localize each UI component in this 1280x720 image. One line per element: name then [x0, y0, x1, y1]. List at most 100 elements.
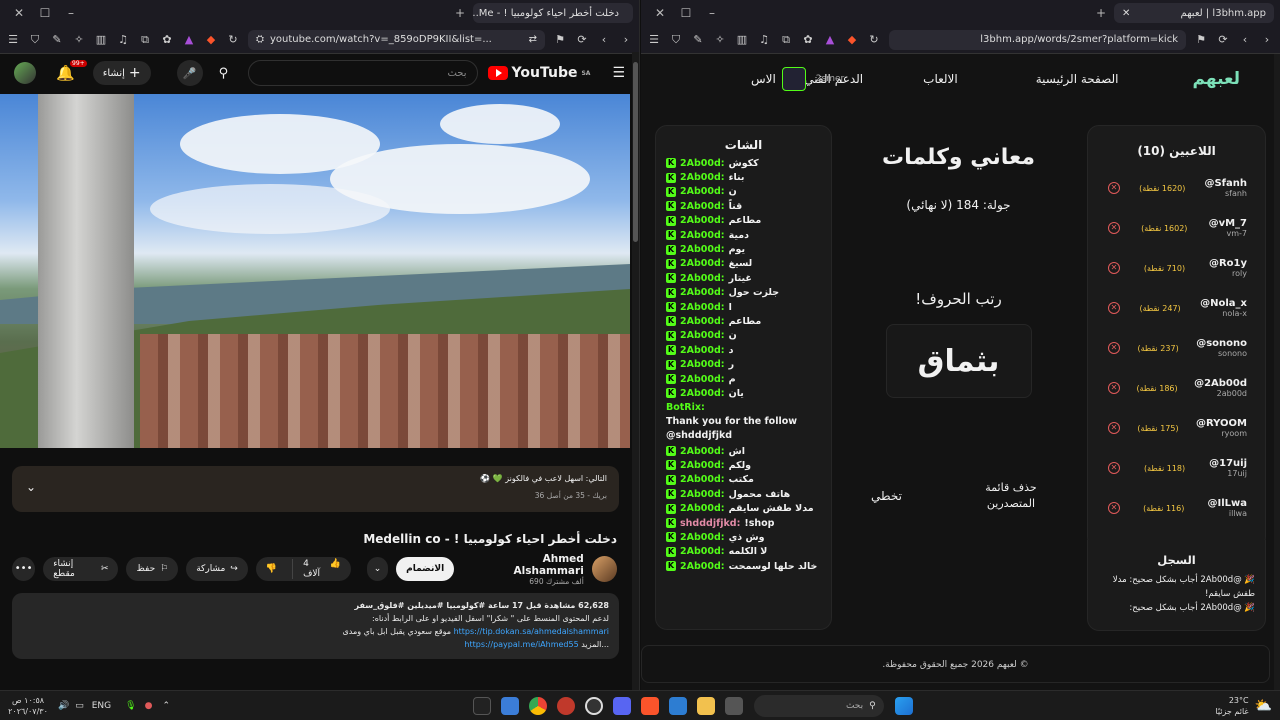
browser-tab-youtube[interactable]: دخلت أخطر احياء كولومبيا ! - Me... ✕ [473, 3, 633, 23]
remove-player-icon[interactable]: ✕ [1108, 462, 1120, 474]
menu-icon[interactable]: ☰ [6, 33, 20, 47]
join-button[interactable]: الانضمام [396, 557, 455, 581]
remove-player-icon[interactable]: ✕ [1108, 502, 1120, 514]
taskbar-search[interactable]: بحث ⚲ [753, 694, 884, 717]
video-player[interactable] [0, 94, 630, 448]
brave-rewards-icon[interactable]: ▲ [182, 33, 196, 47]
skip-button[interactable]: تخطي [871, 489, 902, 503]
browser-tab-l3bhm[interactable]: ✕ لعبهم | l3bhm.app [1114, 3, 1274, 23]
youtube-logo[interactable]: YouTube SA [487, 65, 590, 81]
create-button[interactable]: إنشاء + [92, 61, 151, 85]
description-link-1[interactable]: https://tip.dokan.sa/ahmedalshammari [454, 627, 609, 636]
forward-icon[interactable]: › [619, 33, 633, 47]
brave-icon[interactable] [640, 696, 659, 715]
search-input[interactable]: بحث [248, 60, 478, 86]
reload-site-icon[interactable]: ↻ [226, 33, 240, 47]
brave-shield-icon[interactable]: ◆ [204, 33, 218, 47]
notification-chevron-button[interactable]: ⌄ [366, 557, 389, 581]
store-icon[interactable] [668, 696, 687, 715]
pen-icon[interactable]: ✎ [691, 33, 705, 47]
nav-more[interactable]: الاس [751, 72, 776, 86]
epic-games-icon[interactable] [472, 696, 491, 715]
brave-shield-icon[interactable]: ◆ [845, 33, 859, 47]
obs-icon[interactable] [584, 696, 603, 715]
notifications-bell-icon[interactable]: 🔔 99+ [56, 60, 87, 82]
app-scrollbar[interactable] [1274, 54, 1280, 690]
pen-icon[interactable]: ✎ [50, 33, 64, 47]
screenshot-icon[interactable]: ⧉ [138, 33, 152, 47]
clip-button[interactable]: إنشاء مقطع ✂ [43, 557, 119, 581]
page-scrollbar[interactable] [632, 52, 639, 690]
save-button[interactable]: حفظ ⚐ [126, 557, 179, 581]
clear-leaderboard-button[interactable]: حذف قائمة المتصدرين [976, 480, 1046, 512]
remove-player-icon[interactable]: ✕ [1108, 182, 1121, 194]
new-tab-button[interactable]: + [1088, 6, 1114, 20]
extensions-icon[interactable]: ✿ [160, 33, 174, 47]
mic-icon[interactable]: 🎙 [125, 701, 136, 711]
folder-icon[interactable] [696, 696, 715, 715]
shield-icon[interactable]: ⛉ [669, 33, 683, 47]
volume-icon[interactable]: 🔊 [58, 701, 69, 711]
channel-info[interactable]: Ahmed Alshammari 690 ألف مشترك [472, 553, 584, 586]
channel-avatar[interactable] [591, 556, 617, 582]
close-window-button[interactable]: ✕ [6, 6, 32, 20]
remove-player-icon[interactable]: ✕ [1108, 262, 1120, 274]
scrollbar-thumb[interactable] [633, 62, 638, 242]
new-tab-button[interactable]: + [447, 6, 473, 20]
minimize-window-button[interactable]: – [699, 6, 725, 20]
bookmark-icon[interactable]: ⚑ [1194, 33, 1208, 47]
bookmark-icon[interactable]: ⚑ [553, 33, 567, 47]
remove-player-icon[interactable]: ✕ [1108, 342, 1121, 354]
username-label[interactable]: 2smer [816, 74, 844, 84]
record-icon[interactable]: ● [145, 701, 153, 711]
address-bar[interactable]: l3bhm.app/words/2smer?platform=kick [889, 29, 1186, 50]
forward-icon[interactable]: › [1260, 33, 1274, 47]
search-icon[interactable]: ⚲ [219, 66, 229, 81]
weather[interactable]: 23°C غائم جزئيًا [1215, 695, 1248, 717]
display-icon[interactable]: ▭ [75, 701, 84, 711]
game-app-icon[interactable] [556, 696, 575, 715]
app-logo[interactable]: لعبهم [1193, 69, 1240, 89]
description-link-2[interactable]: https://paypal.me/iAhmed55 [464, 640, 578, 649]
next-video-card[interactable]: ⌄ التالي: اسهل لاعب في فالكونز 💚 ⚽ بريك … [12, 466, 619, 512]
like-button[interactable]: 4 آلاف 👍 [292, 559, 351, 579]
hamburger-menu-icon[interactable]: ☰ [612, 65, 625, 81]
site-info-icon[interactable]: ⛭ [256, 34, 264, 45]
refresh-icon[interactable]: ⟳ [1216, 33, 1230, 47]
language-indicator[interactable]: ENG [92, 701, 111, 711]
expand-chevron-icon[interactable]: ⌄ [26, 480, 36, 494]
puzzle-icon[interactable]: ✧ [713, 33, 727, 47]
remove-player-icon[interactable]: ✕ [1108, 222, 1120, 234]
avatar[interactable] [14, 62, 36, 84]
share-button[interactable]: مشاركة ↪ [186, 557, 248, 581]
sidebar-toggle-icon[interactable]: ⇄ [529, 34, 537, 45]
nav-home[interactable]: الصفحة الرئيسية [1036, 72, 1119, 86]
close-window-button[interactable]: ✕ [647, 6, 673, 20]
remove-player-icon[interactable]: ✕ [1108, 422, 1121, 434]
address-bar[interactable]: ⛭ youtube.com/watch?v=_859oDP9KII&list=.… [248, 29, 545, 50]
shield-icon[interactable]: ⛉ [28, 33, 42, 47]
maximize-window-button[interactable]: ☐ [673, 6, 699, 20]
reload-site-icon[interactable]: ↻ [867, 33, 881, 47]
maximize-window-button[interactable]: ☐ [32, 6, 58, 20]
music-icon[interactable]: ♫ [757, 33, 771, 47]
user-avatar[interactable] [781, 67, 806, 91]
refresh-icon[interactable]: ⟳ [575, 33, 589, 47]
back-icon[interactable]: ‹ [1238, 33, 1252, 47]
dislike-button[interactable]: 👎 [256, 564, 287, 574]
voice-search-icon[interactable]: 🎤 [176, 60, 203, 86]
description-box[interactable]: 62,628 مشاهدة قبل 17 ساعة #كولومبيا #ميد… [12, 593, 619, 659]
sidebar-icon[interactable]: ▥ [735, 33, 749, 47]
more-options-icon[interactable]: ••• [12, 557, 36, 581]
back-icon[interactable]: ‹ [597, 33, 611, 47]
menu-icon[interactable]: ☰ [647, 33, 661, 47]
tab-close-icon[interactable]: ✕ [1122, 8, 1130, 19]
clock[interactable]: ١٠:٥٨ ص ٢٠٢٦/٠٧/٣٠ [4, 695, 52, 717]
minimize-window-button[interactable]: – [58, 6, 84, 20]
show-more-link[interactable]: ...المزيد [581, 640, 609, 649]
extensions-icon[interactable]: ✿ [801, 33, 815, 47]
sidebar-icon[interactable]: ▥ [94, 33, 108, 47]
tray-chevron-icon[interactable]: ⌃ [162, 701, 170, 711]
music-icon[interactable]: ♫ [116, 33, 130, 47]
task-view-icon[interactable] [724, 696, 743, 715]
